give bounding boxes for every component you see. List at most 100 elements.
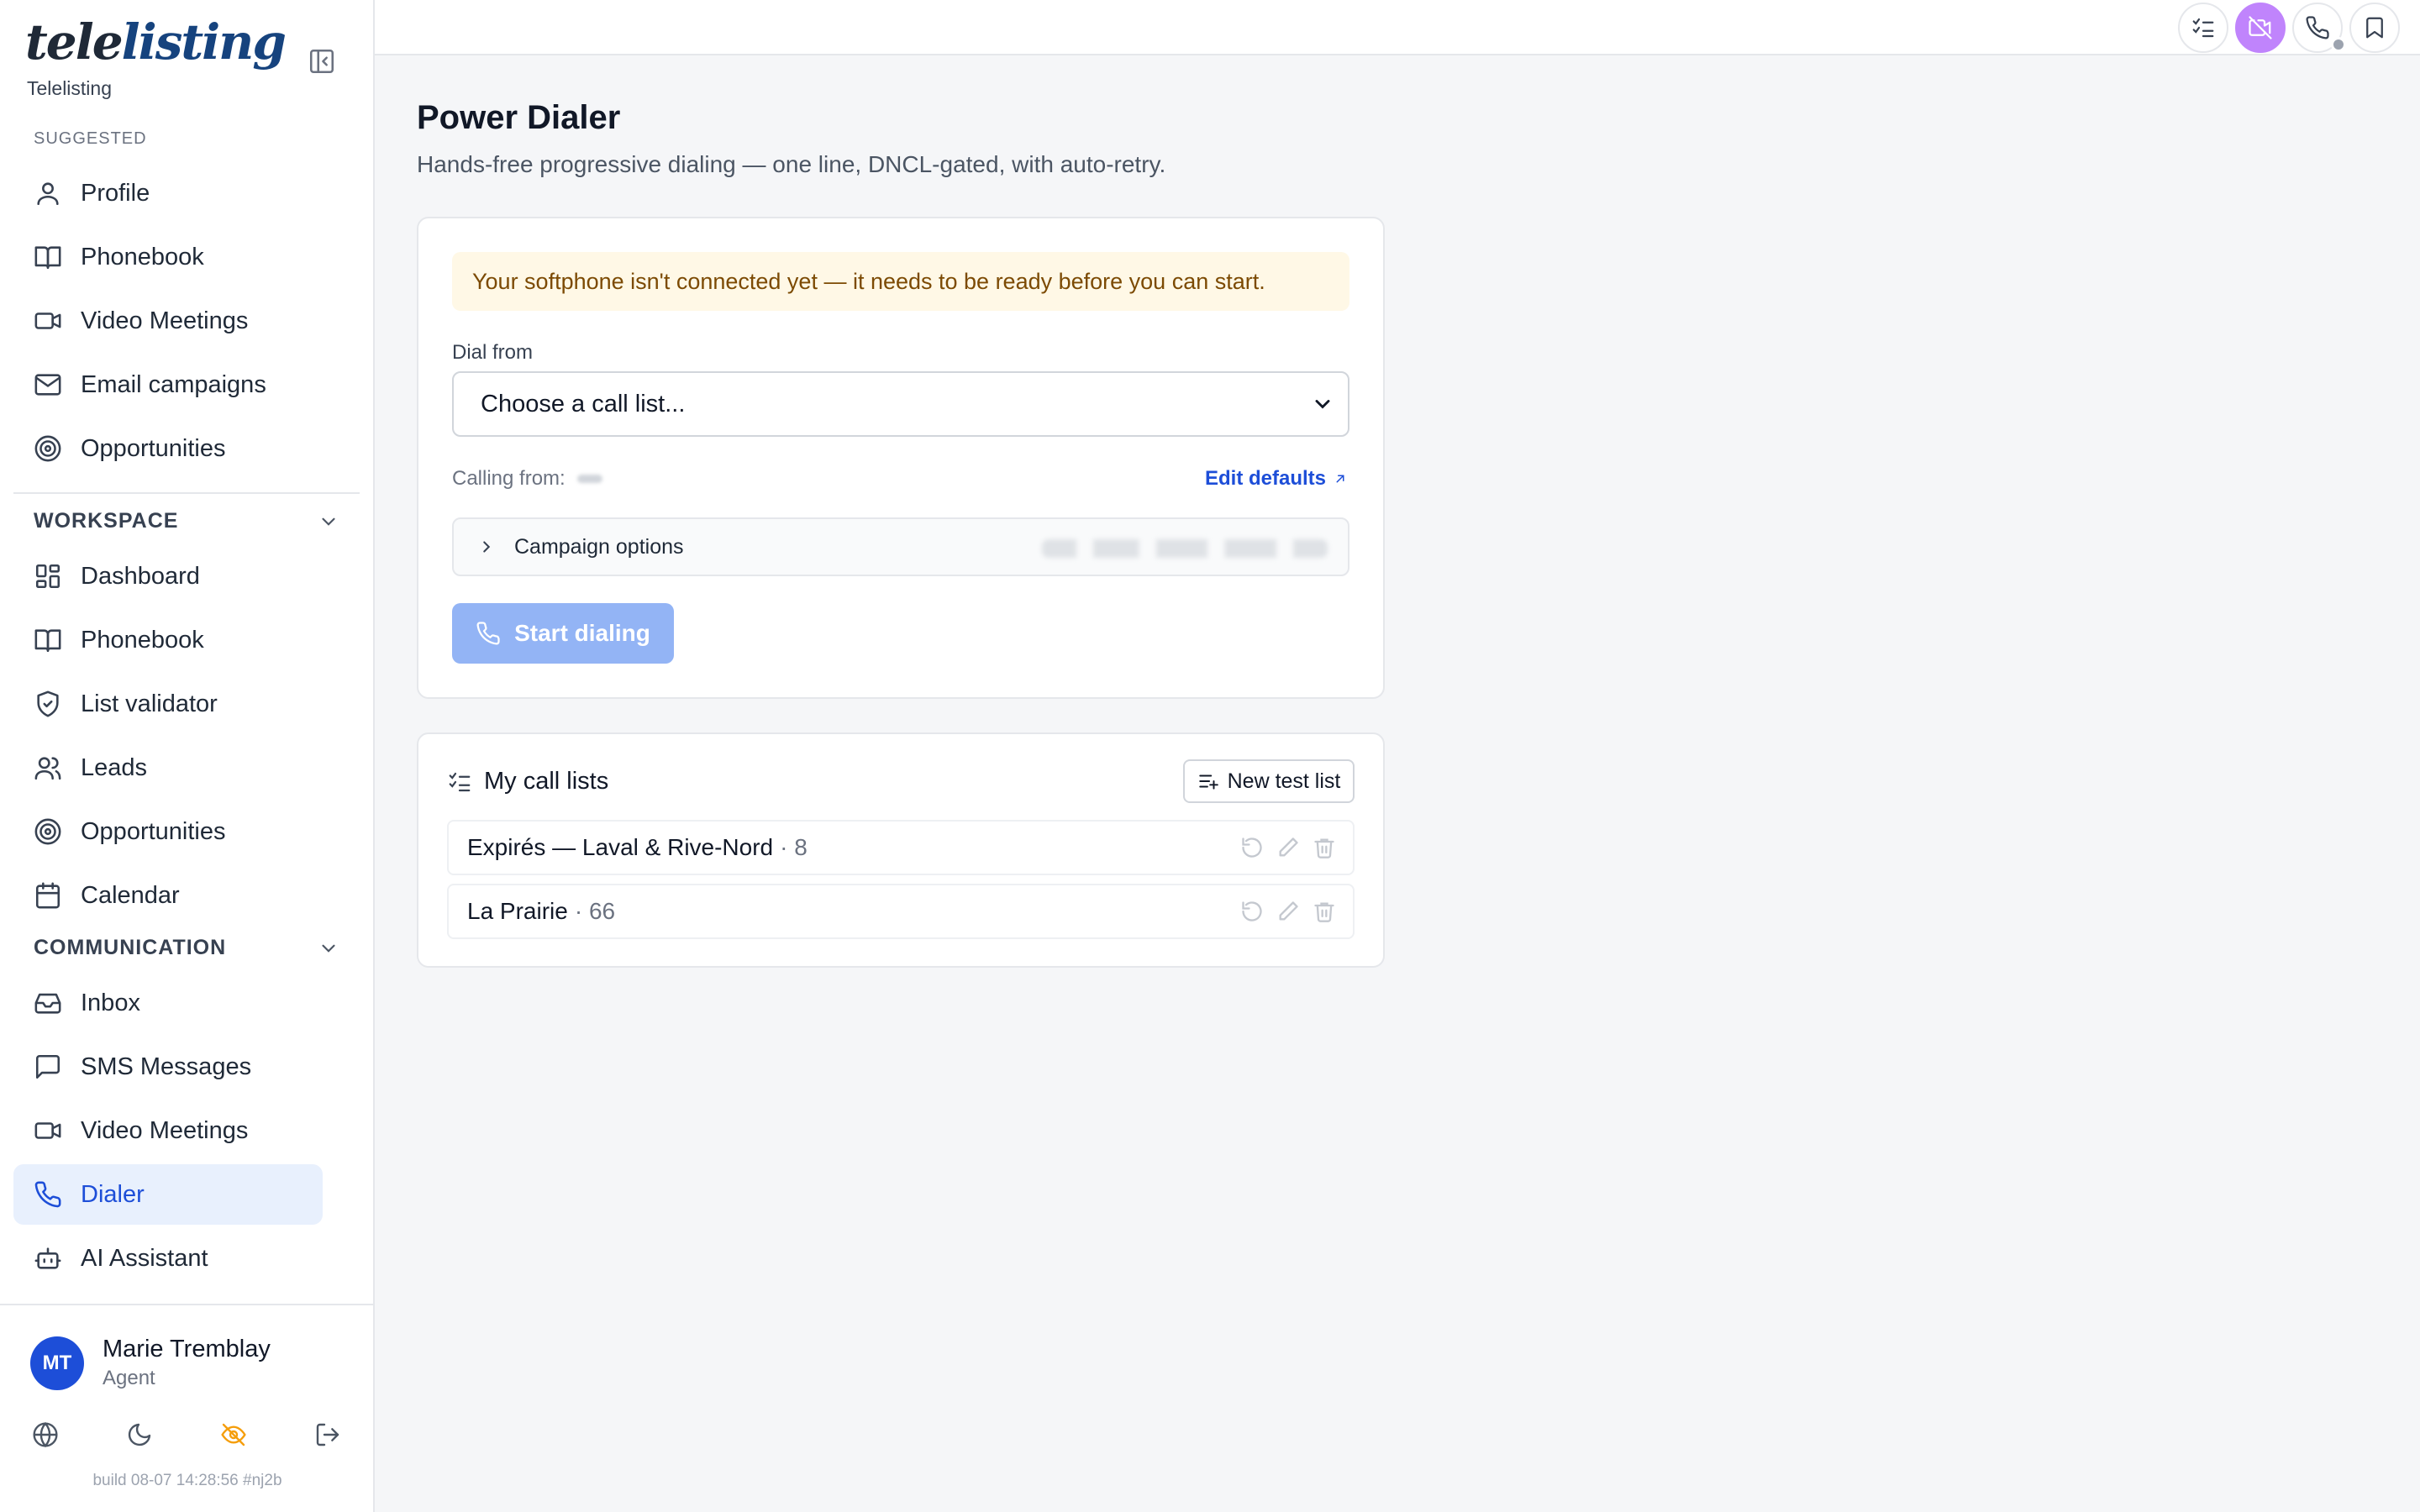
sidebar-item-video-meetings-comm[interactable]: Video Meetings xyxy=(13,1100,323,1161)
list-item[interactable]: La Prairie · 66 xyxy=(447,884,1355,939)
sidebar-item-dashboard[interactable]: Dashboard xyxy=(13,546,323,606)
sidebar-item-opportunities-workspace[interactable]: Opportunities xyxy=(13,801,323,862)
sidebar-item-inbox[interactable]: Inbox xyxy=(13,973,323,1033)
campaign-options-toggle[interactable]: Campaign options xyxy=(452,517,1349,576)
target-icon xyxy=(34,435,61,462)
sidebar-item-label: Dialer xyxy=(81,1180,145,1208)
tasks-button[interactable] xyxy=(2178,3,2228,53)
sidebar-item-label: Opportunities xyxy=(81,817,226,845)
message-icon xyxy=(35,1054,60,1079)
sidebar-item-video-meetings[interactable]: Video Meetings xyxy=(13,291,323,351)
start-dialing-button[interactable]: Start dialing xyxy=(452,603,674,664)
book-icon xyxy=(34,246,61,270)
sidebar-item-profile[interactable]: Profile xyxy=(13,163,323,223)
dialer-card: Your softphone isn't connected yet — it … xyxy=(417,217,1385,699)
sidebar-item-label: Opportunities xyxy=(81,434,226,462)
sidebar-item-leads[interactable]: Leads xyxy=(13,738,323,798)
checklist-icon xyxy=(449,772,471,791)
campaign-options-label: Campaign options xyxy=(514,534,684,559)
suggested-label: SUGGESTED xyxy=(34,129,147,148)
build-info: build 08-07 14:28:56 #nj2b xyxy=(92,1472,282,1489)
sidebar-footer-actions xyxy=(32,1421,351,1455)
campaign-options-summary-redacted xyxy=(1042,539,1328,558)
user-card[interactable]: MT Marie Tremblay Agent xyxy=(30,1336,271,1390)
workspace-section-toggle[interactable]: WORKSPACE xyxy=(34,509,339,533)
chevron-down-icon xyxy=(322,517,335,526)
sidebar-item-label: Video Meetings xyxy=(81,1116,249,1144)
sidebar-item-phonebook-workspace[interactable]: Phonebook xyxy=(13,610,323,670)
checklist-icon xyxy=(2192,18,2214,38)
sidebar-item-label: Inbox xyxy=(81,989,140,1016)
communication-section-toggle[interactable]: COMMUNICATION xyxy=(34,936,339,960)
calling-from-label: Calling from: xyxy=(452,467,566,490)
sidebar-item-email-campaigns[interactable]: Email campaigns xyxy=(13,354,323,415)
list-item-name: Expirés — Laval & Rive-Nord xyxy=(467,834,774,860)
eye-off-icon[interactable] xyxy=(220,1421,250,1452)
phone-icon xyxy=(34,1181,61,1208)
chevron-down-icon xyxy=(322,944,335,953)
sidebar-divider xyxy=(13,492,360,494)
edit-icon[interactable] xyxy=(1276,900,1300,923)
globe-icon[interactable] xyxy=(32,1421,62,1452)
edit-defaults-label: Edit defaults xyxy=(1204,467,1326,490)
page-subtitle: Hands-free progressive dialing — one lin… xyxy=(417,151,1166,177)
sidebar-item-list-validator[interactable]: List validator xyxy=(13,674,323,734)
list-item-actions xyxy=(1228,836,1336,859)
telelisting-logo[interactable]: telelisting xyxy=(25,13,287,71)
sidebar-footer-divider xyxy=(0,1304,373,1305)
sidebar-item-opportunities[interactable]: Opportunities xyxy=(13,418,323,479)
bot-icon xyxy=(34,1247,61,1269)
trash-icon[interactable] xyxy=(1313,836,1336,859)
workspace-label: WORKSPACE xyxy=(34,509,179,533)
sidebar-item-sms-messages[interactable]: SMS Messages xyxy=(13,1037,323,1097)
list-item[interactable]: Expirés — Laval & Rive-Nord · 8 xyxy=(447,820,1355,875)
topbar xyxy=(375,0,2420,55)
list-item-count: · 8 xyxy=(780,834,808,860)
phone-icon xyxy=(476,622,500,645)
sidebar-item-label: Video Meetings xyxy=(81,307,249,334)
video-icon xyxy=(34,312,61,329)
sidebar-item-dialer[interactable]: Dialer xyxy=(13,1164,323,1225)
camera-off-button[interactable] xyxy=(2235,3,2286,53)
list-item-count: · 66 xyxy=(574,898,616,924)
sidebar-item-label: Phonebook xyxy=(81,243,204,270)
inbox-icon xyxy=(34,993,61,1014)
dashboard-icon xyxy=(35,564,60,589)
call-list-select-value: Choose a call list... xyxy=(481,390,686,417)
external-link-icon xyxy=(1336,475,1344,483)
logo-text-tele: tele xyxy=(25,13,124,71)
new-test-list-button[interactable]: New test list xyxy=(1183,759,1355,803)
sidebar-item-label: AI Assistant xyxy=(81,1244,208,1272)
sidebar-item-label: Dashboard xyxy=(81,562,200,590)
trash-icon[interactable] xyxy=(1313,900,1336,923)
sidebar-item-phonebook[interactable]: Phonebook xyxy=(13,227,323,287)
sidebar-item-ai-assistant[interactable]: AI Assistant xyxy=(13,1228,323,1289)
call-list-select[interactable]: Choose a call list... xyxy=(452,371,1349,437)
users-icon xyxy=(34,757,61,780)
bookmarks-button[interactable] xyxy=(2349,3,2400,53)
sidebar-item-label: Calendar xyxy=(81,881,180,909)
sidebar-item-label: SMS Messages xyxy=(81,1053,252,1080)
sidebar-item-label: Phonebook xyxy=(81,626,204,654)
reset-icon[interactable] xyxy=(1240,900,1264,923)
collapse-sidebar-icon[interactable] xyxy=(308,47,336,76)
communication-label: COMMUNICATION xyxy=(34,936,227,959)
calling-from-value-redacted xyxy=(576,475,602,483)
avatar: MT xyxy=(30,1336,84,1390)
edit-defaults-link[interactable]: Edit defaults xyxy=(1205,467,1348,491)
bookmark-icon xyxy=(2366,17,2383,39)
moon-icon[interactable] xyxy=(126,1421,156,1452)
sidebar-item-calendar[interactable]: Calendar xyxy=(13,865,323,926)
shield-check-icon xyxy=(37,690,59,717)
call-lists-header: My call lists xyxy=(447,768,608,795)
phone-icon xyxy=(2306,16,2329,39)
calendar-icon xyxy=(35,882,60,909)
edit-icon[interactable] xyxy=(1276,836,1300,859)
sidebar-item-label: Email campaigns xyxy=(81,370,266,398)
chevron-right-icon xyxy=(483,541,491,553)
new-test-list-label: New test list xyxy=(1227,769,1341,793)
mail-icon xyxy=(34,374,61,396)
reset-icon[interactable] xyxy=(1240,836,1264,859)
user-role: Agent xyxy=(103,1367,155,1389)
logout-icon[interactable] xyxy=(314,1421,345,1452)
